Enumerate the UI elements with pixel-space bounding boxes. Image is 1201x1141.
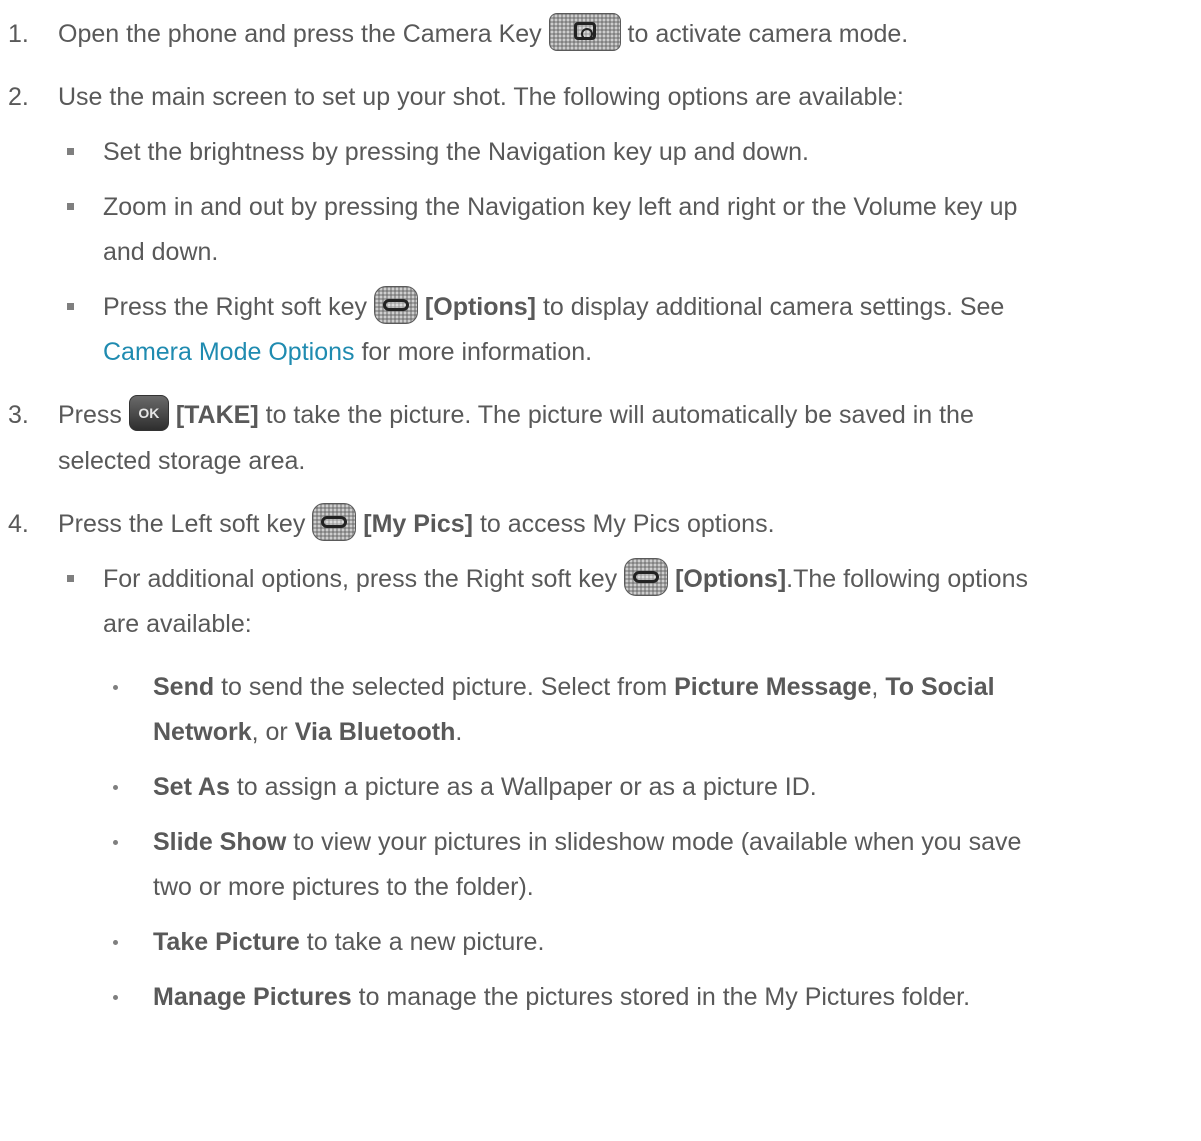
subitem-span: to assign a picture as a Wallpaper or as… bbox=[229, 773, 817, 801]
bold-label: Slide Show bbox=[153, 828, 287, 856]
bullet-dot bbox=[113, 940, 118, 945]
bold-label: [Options] bbox=[424, 293, 537, 321]
subitem-span: to take a new picture. bbox=[299, 928, 545, 956]
step-3-line2: selected storage area. bbox=[58, 447, 306, 475]
bullet-square bbox=[67, 203, 74, 210]
step-3-text: Press OK [TAKE] to take the picture. The… bbox=[58, 395, 974, 432]
bullet-dot bbox=[113, 995, 118, 1000]
bold-label: [Options] bbox=[675, 565, 787, 593]
bold-label: Set As bbox=[153, 773, 230, 801]
bullet-post: .The following options bbox=[786, 565, 1028, 593]
ok-key-label: OK bbox=[138, 405, 160, 422]
soft-key-icon bbox=[373, 286, 418, 325]
bullet-dot bbox=[113, 840, 118, 845]
subitem-text: Send to send the selected picture. Selec… bbox=[153, 672, 995, 702]
bullet-text: Zoom in and out by pressing the Navigati… bbox=[103, 193, 1018, 221]
subitem-span: to send the selected picture. Select fro… bbox=[214, 673, 675, 701]
bold-label: Via Bluetooth bbox=[294, 718, 456, 746]
bullet-pre: Press the Right soft key bbox=[103, 293, 368, 321]
bullet-square bbox=[67, 148, 74, 155]
bullet-text: Camera Mode Options for more information… bbox=[103, 337, 592, 367]
subitem-text: Take Picture to take a new picture. bbox=[153, 927, 544, 957]
subitem-text: Network, or Via Bluetooth. bbox=[153, 717, 462, 747]
bold-label: Network bbox=[153, 718, 252, 746]
step-number: 4. bbox=[8, 510, 29, 538]
bullet-pre: For additional options, press the Right … bbox=[103, 565, 618, 593]
bullet-post: for more information. bbox=[354, 338, 593, 366]
step-number: 2. bbox=[8, 83, 29, 111]
step-1-post: to activate camera mode. bbox=[620, 20, 909, 48]
bullet-text: Set the brightness by pressing the Navig… bbox=[103, 138, 809, 166]
subitem-span: , or bbox=[251, 718, 295, 746]
soft-key-icon bbox=[312, 503, 357, 542]
step-number: 3. bbox=[8, 401, 29, 429]
subitem-span: to view your pictures in slideshow mode … bbox=[286, 828, 1022, 856]
bullet-text: Press the Right soft key [Options] to di… bbox=[103, 286, 1005, 325]
bold-label: [TAKE] bbox=[175, 401, 259, 429]
step-3-pre: Press bbox=[58, 401, 122, 429]
step-1-text: Open the phone and press the Camera Key … bbox=[58, 13, 909, 52]
bullet-text: For additional options, press the Right … bbox=[103, 558, 1028, 597]
subitem-text: Slide Show to view your pictures in slid… bbox=[153, 827, 1021, 857]
step-3-post: to take the picture. The picture will au… bbox=[258, 401, 974, 429]
subitem-span: . bbox=[455, 718, 463, 746]
bold-label: Take Picture bbox=[153, 928, 300, 956]
step-1-pre: Open the phone and press the Camera Key bbox=[58, 20, 542, 48]
subitem-text: two or more pictures to the folder). bbox=[153, 873, 534, 901]
subitem-span: , bbox=[871, 673, 886, 701]
step-4-pre: Press the Left soft key bbox=[58, 510, 306, 538]
bold-label: Manage Pictures bbox=[153, 983, 352, 1011]
bold-label: Picture Message bbox=[674, 673, 872, 701]
bullet-dot bbox=[113, 685, 118, 690]
step-number: 1. bbox=[8, 20, 29, 48]
bullet-square bbox=[67, 303, 74, 310]
step-4-text: Press the Left soft key [My Pics] to acc… bbox=[58, 503, 775, 542]
subitem-span: to manage the pictures stored in the My … bbox=[351, 983, 971, 1011]
bold-label: Send bbox=[153, 673, 215, 701]
bullet-post: to display additional camera settings. S… bbox=[536, 293, 1005, 321]
bullet-square bbox=[67, 575, 74, 582]
step-4-post: to access My Pics options. bbox=[473, 510, 775, 538]
soft-key-icon bbox=[624, 558, 669, 597]
step-2-text: Use the main screen to set up your shot.… bbox=[58, 83, 904, 111]
bullet-dot bbox=[113, 785, 118, 790]
bullet-text: and down. bbox=[103, 238, 219, 266]
bullet-text: are available: bbox=[103, 610, 252, 638]
camera-mode-options-link[interactable]: Camera Mode Options bbox=[103, 338, 355, 366]
ok-key-icon: OK bbox=[128, 395, 169, 432]
bold-label: [My Pics] bbox=[363, 510, 474, 538]
bold-label: To Social bbox=[885, 673, 995, 701]
camera-key-icon bbox=[548, 13, 621, 52]
subitem-text: Manage Pictures to manage the pictures s… bbox=[153, 982, 970, 1012]
subitem-text: Set As to assign a picture as a Wallpape… bbox=[153, 772, 817, 802]
